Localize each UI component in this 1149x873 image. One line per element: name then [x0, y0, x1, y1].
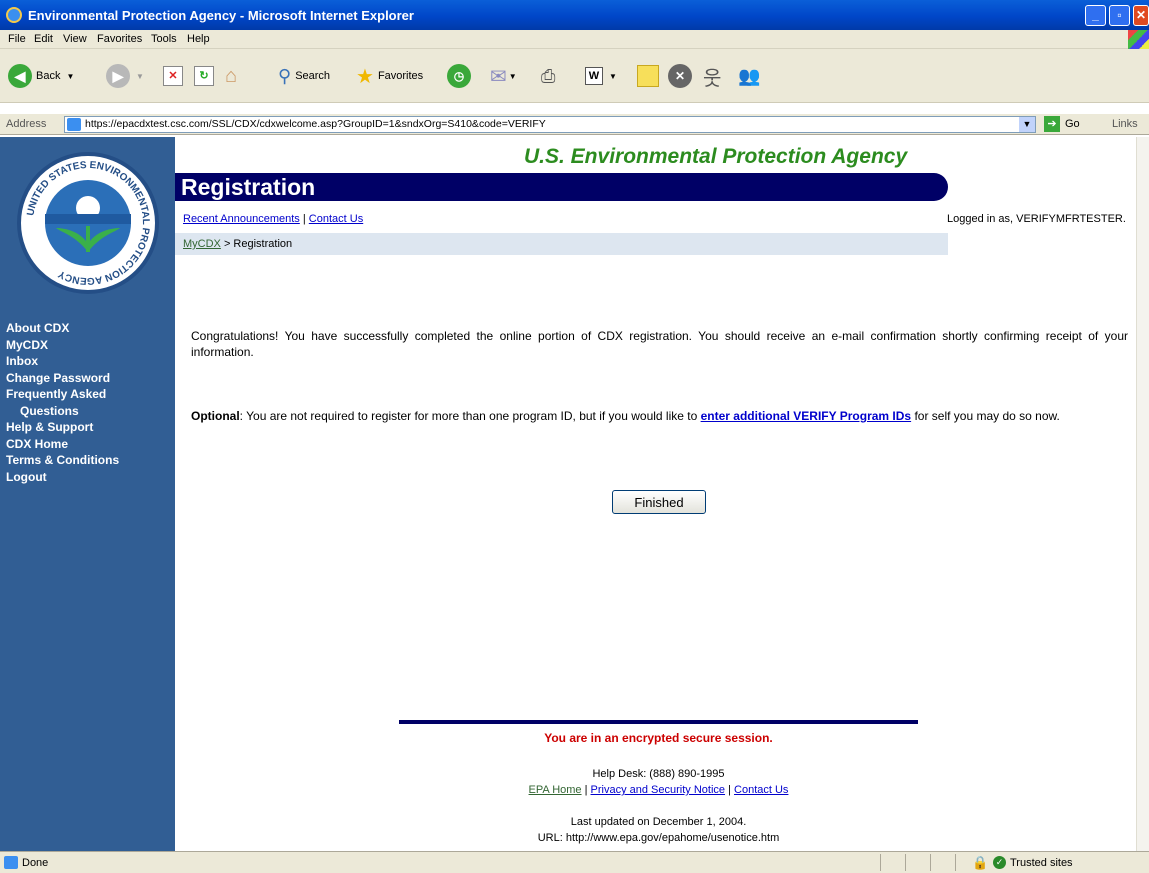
nav-help-support[interactable]: Help & Support — [6, 419, 119, 436]
block-button[interactable]: ✕ — [668, 63, 692, 89]
optional-label: Optional — [191, 409, 240, 423]
menu-edit[interactable]: Edit — [34, 33, 53, 45]
back-arrow-icon: ◀ — [8, 64, 32, 88]
page-done-icon — [4, 856, 18, 869]
print-button[interactable]: ⎙ — [541, 63, 555, 89]
menu-file[interactable]: File — [8, 33, 26, 45]
nav-mycdx[interactable]: MyCDX — [6, 337, 119, 354]
nav-faq-questions[interactable]: Questions — [6, 403, 119, 420]
close-button[interactable]: ✕ — [1133, 5, 1149, 26]
address-input[interactable]: https://epacdxtest.csc.com/SSL/CDX/cdxwe… — [64, 116, 1036, 133]
history-icon: ◷ — [447, 64, 471, 88]
breadcrumb-mycdx-link[interactable]: MyCDX — [183, 238, 221, 250]
search-button[interactable]: ⚲ Search — [278, 63, 330, 89]
forward-button[interactable]: ▶ ▼ — [106, 63, 144, 89]
links-label[interactable]: Links — [1112, 118, 1138, 130]
nav-terms-conditions[interactable]: Terms & Conditions — [6, 452, 119, 469]
person-icon: 웃 — [703, 67, 722, 90]
secure-session-notice: You are in an encrypted secure session. — [544, 731, 773, 745]
address-dropdown-icon[interactable]: ▼ — [1019, 117, 1035, 132]
menu-view[interactable]: View — [63, 33, 87, 45]
nav-about-cdx[interactable]: About CDX — [6, 320, 119, 337]
breadcrumb-current: > Registration — [223, 238, 293, 250]
epa-seal-logo: UNITED STATES ENVIRONMENTAL PROTECTION A… — [17, 152, 159, 294]
nav-inbox[interactable]: Inbox — [6, 353, 119, 370]
forward-arrow-icon: ▶ — [106, 64, 130, 88]
privacy-notice-link[interactable]: Privacy and Security Notice — [591, 784, 726, 796]
nav-logout[interactable]: Logout — [6, 469, 119, 486]
footer-divider — [399, 720, 918, 724]
page-title: Registration — [175, 173, 948, 201]
congratulations-message: Congratulations! You have successfully c… — [191, 329, 1128, 359]
go-button[interactable]: ➔ Go — [1044, 116, 1080, 132]
security-zone: Trusted sites — [1010, 857, 1073, 869]
toolbar: ◀ Back ▼ ▶ ▼ ✕ ↻ ⌂ ⚲ Search ★ Favorites … — [0, 49, 1149, 103]
home-icon: ⌂ — [225, 64, 238, 87]
page-url: URL: http://www.epa.gov/epahome/usenotic… — [537, 832, 780, 844]
chevron-down-icon: ▼ — [66, 71, 75, 81]
address-label: Address — [6, 118, 47, 130]
footer-contact-us-link[interactable]: Contact Us — [734, 784, 788, 796]
finished-button[interactable]: Finished — [612, 490, 706, 514]
star-icon: ★ — [356, 65, 374, 88]
refresh-icon: ↻ — [194, 66, 214, 86]
help-desk: Help Desk: (888) 890-1995 — [592, 768, 725, 780]
home-button[interactable]: ⌂ — [225, 63, 237, 89]
nav-faq[interactable]: Frequently Asked — [6, 386, 119, 403]
people-icon: 👥 — [738, 65, 761, 86]
status-text: Done — [22, 857, 49, 869]
trusted-check-icon: ✓ — [993, 856, 1006, 869]
vertical-scrollbar[interactable] — [1136, 137, 1149, 851]
refresh-button[interactable]: ↻ — [194, 63, 214, 89]
title-bar: Environmental Protection Agency - Micros… — [0, 0, 1149, 30]
minimize-button[interactable]: _ — [1085, 5, 1106, 26]
optional-message: Optional: You are not required to regist… — [191, 409, 1060, 423]
mail-icon: ✉ — [490, 65, 507, 88]
word-icon: W — [585, 67, 603, 85]
address-bar: Address https://epacdxtest.csc.com/SSL/C… — [0, 114, 1149, 135]
search-icon: ⚲ — [278, 65, 292, 86]
recent-announcements-link[interactable]: Recent Announcements — [183, 213, 300, 225]
mail-button[interactable]: ✉ ▼ — [490, 63, 517, 89]
windows-logo-icon — [1128, 30, 1149, 49]
maximize-button[interactable]: ▫ — [1109, 5, 1130, 26]
menu-tools[interactable]: Tools — [151, 33, 177, 45]
main-content: Congratulations! You have successfully c… — [191, 328, 1128, 424]
menu-help[interactable]: Help — [187, 33, 210, 45]
page-icon — [67, 118, 81, 131]
back-button[interactable]: ◀ Back ▼ — [8, 63, 74, 89]
contact-us-link[interactable]: Contact Us — [309, 213, 363, 225]
ie-icon — [6, 7, 22, 23]
note-icon — [637, 65, 659, 87]
nav-change-password[interactable]: Change Password — [6, 370, 119, 387]
history-button[interactable]: ◷ — [447, 63, 471, 89]
block-icon: ✕ — [668, 64, 692, 88]
lock-icon: 🔒 — [972, 855, 989, 870]
epa-home-link[interactable]: EPA Home — [529, 784, 582, 796]
footer-links: EPA Home | Privacy and Security Notice |… — [528, 784, 789, 796]
favorites-button[interactable]: ★ Favorites — [356, 63, 423, 89]
agency-title: U.S. Environmental Protection Agency — [524, 145, 908, 168]
stop-icon: ✕ — [163, 66, 183, 86]
menu-favorites[interactable]: Favorites — [97, 33, 142, 45]
additional-program-ids-link[interactable]: enter additional VERIFY Program IDs — [701, 409, 912, 423]
side-navigation: About CDX MyCDX Inbox Change Password Fr… — [6, 320, 119, 485]
logged-in-status: Logged in as, VERIFYMFRTESTER. — [947, 213, 1126, 225]
last-updated: Last updated on December 1, 2004. — [570, 816, 747, 828]
nav-cdx-home[interactable]: CDX Home — [6, 436, 119, 453]
edit-button[interactable]: W ▼ — [585, 63, 617, 89]
print-icon: ⎙ — [541, 65, 556, 86]
contacts-button[interactable]: 👥 — [738, 63, 760, 89]
status-bar: Done 🔒 ✓ Trusted sites — [0, 851, 1149, 873]
messenger-button[interactable]: 웃 — [703, 63, 722, 90]
breadcrumb: MyCDX > Registration — [175, 233, 948, 255]
stop-button[interactable]: ✕ — [163, 63, 183, 89]
header-links: Recent Announcements | Contact Us — [183, 213, 364, 225]
menu-bar: File Edit View Favorites Tools Help — [0, 30, 1149, 49]
window-title: Environmental Protection Agency - Micros… — [28, 8, 414, 23]
notes-button[interactable] — [637, 63, 659, 89]
go-arrow-icon: ➔ — [1044, 116, 1060, 132]
